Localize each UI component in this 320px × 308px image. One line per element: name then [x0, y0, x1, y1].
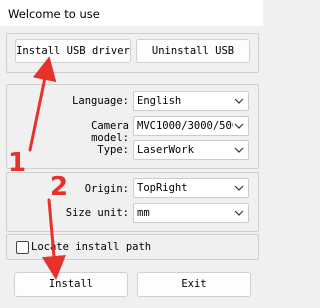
size-unit-select[interactable]: mm [133, 203, 249, 223]
size-unit-value: mm [137, 207, 150, 219]
type-label: Type: [97, 144, 129, 156]
language-value: English [137, 95, 182, 107]
chevron-down-icon [234, 123, 244, 129]
install-usb-driver-button[interactable]: Install USB driver [15, 39, 131, 63]
language-select[interactable]: English [133, 91, 249, 111]
size-unit-label: Size unit: [65, 207, 129, 219]
step2-number: 2 [50, 172, 69, 202]
origin-value: TopRight [137, 182, 188, 194]
step1-number: 1 [8, 148, 27, 178]
type-select[interactable]: LaserWork [133, 140, 249, 160]
locate-install-path-checkbox[interactable] [16, 241, 29, 254]
locate-install-path-label[interactable]: Locate install path [31, 241, 151, 253]
chevron-down-icon [234, 210, 244, 216]
camera-model-label: Camera model: [91, 120, 129, 144]
origin-select[interactable]: TopRight [133, 178, 249, 198]
language-label: Language: [72, 95, 129, 107]
chevron-down-icon [234, 147, 244, 153]
uninstall-usb-button[interactable]: Uninstall USB [136, 39, 250, 63]
exit-button[interactable]: Exit [137, 272, 251, 297]
camera-model-select[interactable]: MVC1000/3000/500 [133, 116, 249, 136]
window-title: Welcome to use [8, 7, 100, 21]
title-bar: Welcome to use [0, 0, 263, 26]
chevron-down-icon [234, 98, 244, 104]
install-button[interactable]: Install [14, 272, 128, 297]
type-value: LaserWork [137, 144, 194, 156]
camera-model-value: MVC1000/3000/500 [137, 120, 233, 132]
chevron-down-icon [234, 185, 244, 191]
